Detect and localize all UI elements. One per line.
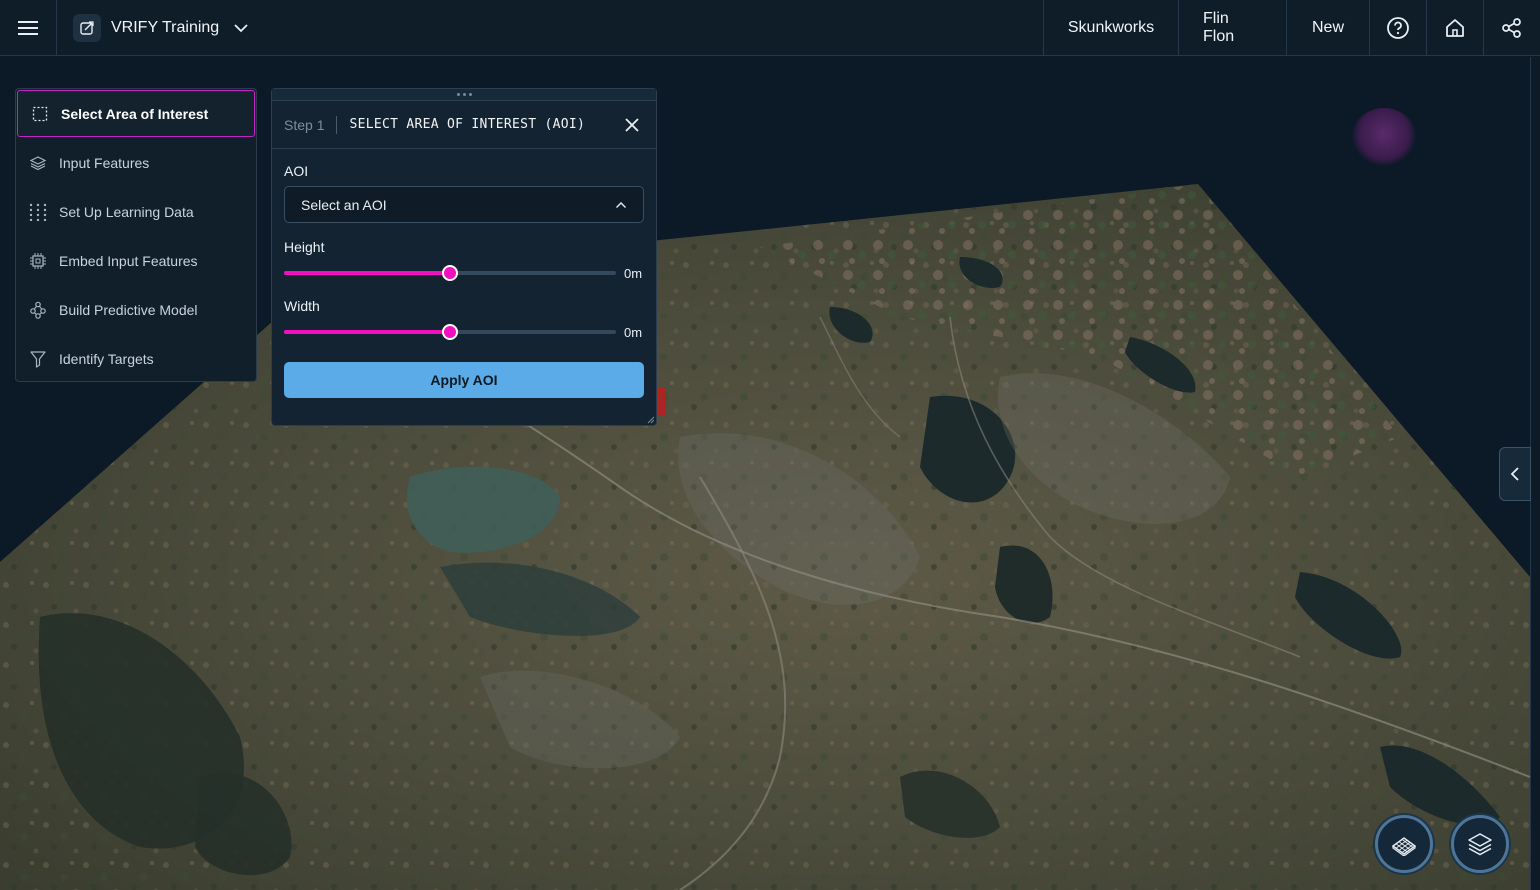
nav-new[interactable]: New bbox=[1286, 0, 1369, 55]
expand-right-panel-button[interactable] bbox=[1499, 447, 1531, 501]
step-embed-input-features[interactable]: Embed Input Features bbox=[16, 236, 256, 285]
layers-icon bbox=[1468, 833, 1492, 856]
step-set-up-learning-data[interactable]: Set Up Learning Data bbox=[16, 187, 256, 236]
aoi-select-value: Select an AOI bbox=[301, 196, 387, 213]
chip-icon bbox=[29, 252, 47, 270]
step-label: Set Up Learning Data bbox=[59, 203, 194, 220]
chevron-up-icon bbox=[616, 201, 626, 208]
home-icon bbox=[1446, 18, 1464, 37]
step-input-features[interactable]: Input Features bbox=[16, 138, 256, 187]
dialog-title: SELECT AREA OF INTEREST (AOI) bbox=[349, 117, 586, 132]
height-slider-row: 0m bbox=[284, 262, 644, 284]
close-button[interactable] bbox=[608, 101, 656, 149]
help-button[interactable] bbox=[1369, 0, 1426, 55]
share-icon bbox=[1502, 17, 1521, 38]
width-slider-thumb[interactable] bbox=[442, 324, 458, 340]
width-slider[interactable] bbox=[284, 324, 616, 340]
grid-dots-icon bbox=[29, 203, 47, 221]
select-area-icon bbox=[31, 105, 49, 123]
dialog-body: AOI Select an AOI Height 0m Width 0m App… bbox=[272, 149, 656, 398]
height-slider-thumb[interactable] bbox=[442, 265, 458, 281]
step-label: Build Predictive Model bbox=[59, 301, 198, 318]
layers-button[interactable] bbox=[1451, 815, 1509, 873]
hamburger-icon bbox=[18, 20, 38, 35]
height-value: 0m bbox=[624, 265, 643, 281]
width-value: 0m bbox=[624, 324, 643, 340]
step-label: Select Area of Interest bbox=[61, 105, 209, 122]
dialog-header: Step 1 SELECT AREA OF INTEREST (AOI) bbox=[272, 101, 656, 149]
model-icon bbox=[29, 301, 47, 319]
workflow-steps-panel: Select Area of Interest Input Features S… bbox=[15, 88, 257, 382]
resize-handle-icon[interactable] bbox=[647, 416, 655, 424]
project-name: VRIFY Training bbox=[111, 18, 220, 36]
terrain-grid-icon bbox=[1391, 837, 1417, 856]
step-select-area-of-interest[interactable]: Select Area of Interest bbox=[17, 90, 255, 137]
step-build-predictive-model[interactable]: Build Predictive Model bbox=[16, 285, 256, 334]
project-icon bbox=[73, 13, 101, 42]
aoi-select[interactable]: Select an AOI bbox=[284, 186, 644, 223]
step-label: Embed Input Features bbox=[59, 252, 198, 269]
nav-flin-flon[interactable]: Flin Flon bbox=[1178, 0, 1286, 55]
chevron-down-icon bbox=[234, 23, 248, 32]
home-button[interactable] bbox=[1426, 0, 1483, 55]
compass-widget[interactable] bbox=[1352, 108, 1416, 166]
share-button[interactable] bbox=[1483, 0, 1540, 55]
height-slider-fill bbox=[284, 271, 450, 275]
top-bar: VRIFY Training Skunkworks Flin Flon New bbox=[0, 0, 1540, 56]
height-slider[interactable] bbox=[284, 265, 616, 281]
help-icon bbox=[1387, 16, 1409, 39]
dialog-step-number: Step 1 bbox=[284, 115, 338, 134]
step-label: Identify Targets bbox=[59, 350, 154, 367]
step-label: Input Features bbox=[59, 154, 150, 171]
right-panel-edge bbox=[1530, 57, 1540, 890]
nav-skunkworks[interactable]: Skunkworks bbox=[1043, 0, 1178, 55]
dialog-drag-handle[interactable] bbox=[272, 89, 656, 101]
apply-aoi-button[interactable]: Apply AOI bbox=[284, 362, 644, 398]
filter-icon bbox=[29, 350, 47, 368]
hamburger-menu-button[interactable] bbox=[0, 0, 57, 55]
close-icon bbox=[625, 117, 639, 132]
chevron-left-icon bbox=[1510, 467, 1519, 481]
layers-icon bbox=[29, 154, 47, 172]
height-label: Height bbox=[284, 239, 325, 255]
aoi-dialog: Step 1 SELECT AREA OF INTEREST (AOI) AOI… bbox=[271, 88, 657, 426]
width-slider-row: 0m bbox=[284, 321, 644, 343]
width-slider-fill bbox=[284, 330, 450, 334]
width-label: Width bbox=[284, 298, 320, 314]
terrain-view-button[interactable] bbox=[1375, 815, 1433, 873]
aoi-label: AOI bbox=[284, 163, 309, 179]
project-selector[interactable]: VRIFY Training bbox=[57, 0, 249, 55]
step-identify-targets[interactable]: Identify Targets bbox=[16, 334, 256, 383]
